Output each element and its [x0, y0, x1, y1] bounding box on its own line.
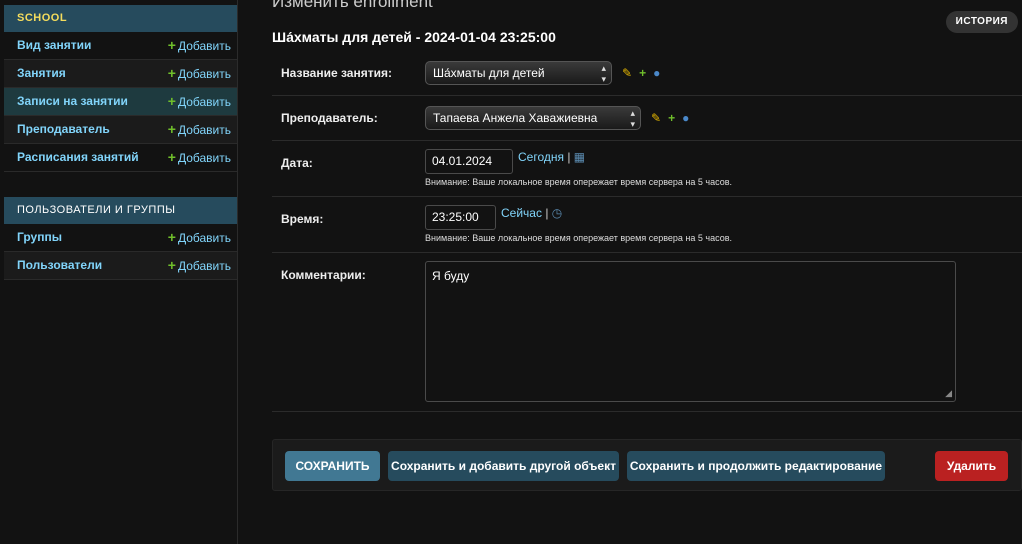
lesson-select[interactable]: Ша́хматы для детей ▴ ▾ [425, 61, 612, 85]
date-help-text: Внимание: Ваше локальное время опережает… [425, 177, 732, 187]
select-arrows-icon: ▴ ▾ [601, 63, 606, 84]
plus-icon: + [167, 121, 176, 137]
field-label: Комментарии: [281, 268, 366, 282]
view-eye-icon[interactable]: ● [653, 66, 660, 80]
add-link[interactable]: + Добавить [168, 60, 231, 87]
sidebar-item-label[interactable]: Преподаватель [17, 116, 110, 143]
module-caption-school[interactable]: SCHOOL [4, 5, 237, 32]
plus-icon: + [167, 229, 176, 245]
resize-handle-icon[interactable]: ◢ [945, 388, 952, 399]
field-label: Дата: [281, 156, 313, 170]
time-input[interactable]: 23:25:00 [425, 205, 496, 230]
plus-icon: + [167, 257, 176, 273]
sidebar-item-groups[interactable]: Группы + Добавить [4, 224, 237, 252]
form-row-teacher: Преподаватель: Тапаева Анжела Хавaжиевна… [272, 96, 1022, 141]
date-input[interactable]: 04.01.2024 [425, 149, 513, 174]
now-shortcut: Сейчас | ◷ [501, 206, 563, 220]
related-widget-icons: ✎ + ● [651, 111, 689, 125]
plus-icon: + [167, 37, 176, 53]
sidebar-item-label[interactable]: Группы [17, 224, 62, 251]
sidebar-item-label[interactable]: Пользователи [17, 252, 102, 279]
plus-icon: + [167, 65, 176, 81]
sidebar-item-lesson-types[interactable]: Вид занятии + Добавить [4, 32, 237, 60]
sidebar-item-lessons[interactable]: Занятия + Добавить [4, 60, 237, 88]
form-row-time: Время: 23:25:00 Сейчас | ◷ Внимание: Ваш… [272, 197, 1022, 253]
add-link[interactable]: + Добавить [168, 116, 231, 143]
save-and-continue-button[interactable]: Сохранить и продолжить редактирование [627, 451, 885, 481]
add-link[interactable]: + Добавить [168, 252, 231, 279]
teacher-select[interactable]: Тапаева Анжела Хавaжиевна ▴ ▾ [425, 106, 641, 130]
object-title: Ша́хматы для детей - 2024-01-04 23:25:00 [272, 29, 556, 45]
sidebar: SCHOOL Вид занятии + Добавить Занятия + До… [0, 0, 238, 544]
module-school: SCHOOL Вид занятии + Добавить Занятия + До… [4, 5, 237, 172]
sidebar-item-label[interactable]: Занятия [17, 60, 66, 87]
sidebar-item-label[interactable]: Расписания занятий [17, 144, 139, 171]
save-and-add-another-button[interactable]: Сохранить и добавить другой объект [388, 451, 619, 481]
add-plus-icon[interactable]: + [668, 111, 675, 125]
select-arrows-icon: ▴ ▾ [630, 108, 635, 129]
calendar-icon[interactable]: ▦ [574, 150, 585, 164]
module-caption-users[interactable]: ПОЛЬЗОВАТЕЛИ И ГРУППЫ [4, 197, 237, 224]
field-label: Преподаватель: [281, 111, 378, 125]
sidebar-item-label[interactable]: Вид занятии [17, 32, 91, 59]
now-link[interactable]: Сейчас [501, 206, 542, 220]
field-label: Время: [281, 212, 324, 226]
page-title: Изменить enrollment [272, 0, 433, 11]
plus-icon: + [167, 149, 176, 165]
add-link[interactable]: + Добавить [168, 224, 231, 251]
clock-icon[interactable]: ◷ [552, 206, 562, 220]
today-shortcut: Сегодня | ▦ [518, 150, 586, 164]
add-plus-icon[interactable]: + [639, 66, 646, 80]
sidebar-item-users[interactable]: Пользователи + Добавить [4, 252, 237, 280]
edit-pencil-icon[interactable]: ✎ [622, 66, 632, 80]
save-button[interactable]: СОХРАНИТЬ [285, 451, 380, 481]
plus-icon: + [167, 93, 176, 109]
comment-textarea[interactable]: Я буду ◢ [425, 261, 956, 402]
sidebar-item-schedules[interactable]: Расписания занятий + Добавить [4, 144, 237, 172]
time-help-text: Внимание: Ваше локальное время опережает… [425, 233, 732, 243]
add-link[interactable]: + Добавить [168, 88, 231, 115]
form-row-comment: Комментарии: Я буду ◢ [272, 253, 1022, 412]
edit-pencil-icon[interactable]: ✎ [651, 111, 661, 125]
field-label: Название занятия: [281, 66, 392, 80]
sidebar-item-enrollments[interactable]: Записи на занятии + Добавить [4, 88, 237, 116]
main-content: Изменить enrollment ИСТОРИЯ Ша́хматы для… [239, 0, 1022, 544]
form-row-date: Дата: 04.01.2024 Сегодня | ▦ Внимание: В… [272, 141, 1022, 197]
related-widget-icons: ✎ + ● [622, 66, 660, 80]
history-button[interactable]: ИСТОРИЯ [945, 11, 1018, 33]
module-users: ПОЛЬЗОВАТЕЛИ И ГРУППЫ Группы + Добавить П… [4, 197, 237, 280]
view-eye-icon[interactable]: ● [682, 111, 689, 125]
add-link[interactable]: + Добавить [168, 32, 231, 59]
today-link[interactable]: Сегодня [518, 150, 564, 164]
add-link[interactable]: + Добавить [168, 144, 231, 171]
submit-row: СОХРАНИТЬ Сохранить и добавить другой об… [272, 439, 1022, 491]
delete-button[interactable]: Удалить [935, 451, 1008, 481]
sidebar-item-teachers[interactable]: Преподаватель + Добавить [4, 116, 237, 144]
form-row-lesson: Название занятия: Ша́хматы для детей ▴ ▾ … [272, 51, 1022, 96]
sidebar-item-label[interactable]: Записи на занятии [17, 88, 128, 115]
